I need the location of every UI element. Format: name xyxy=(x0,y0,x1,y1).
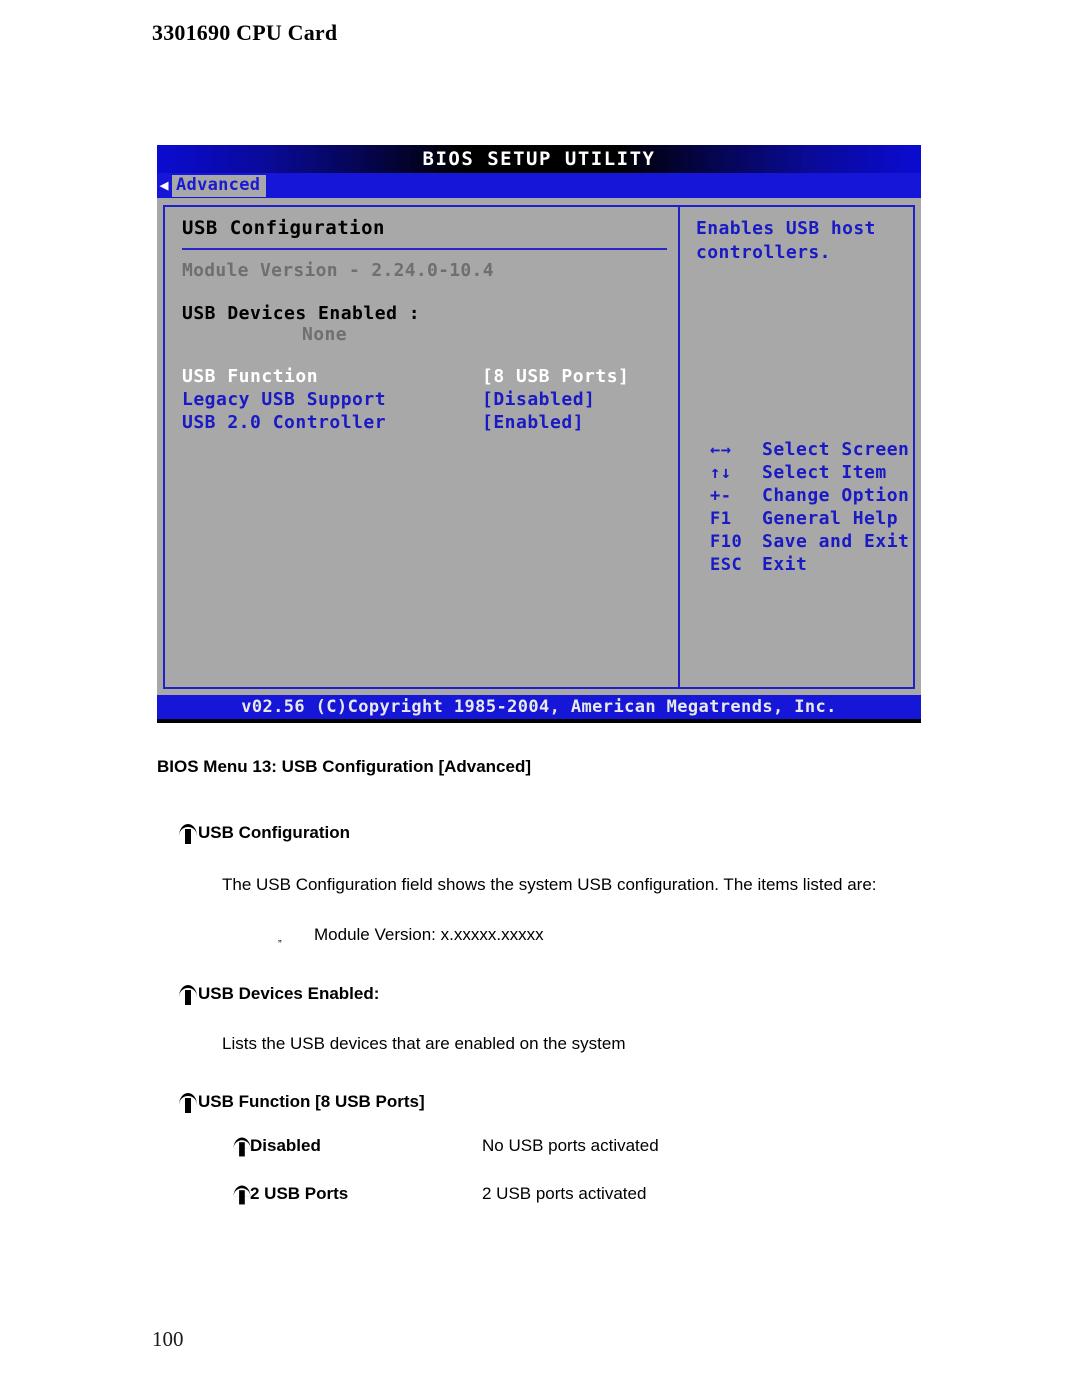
option-label: Legacy USB Support xyxy=(182,389,387,410)
option-value[interactable]: [Disabled] xyxy=(482,389,595,410)
bios-option-list: USB Function [8 USB Ports] Legacy USB Su… xyxy=(182,365,678,434)
option-definition: 2 USB ports activated xyxy=(482,1184,647,1203)
bios-copyright: v02.56 (C)Copyright 1985-2004, American … xyxy=(241,697,837,717)
bios-body: USB Configuration Module Version - 2.24.… xyxy=(157,198,921,695)
f1-key-icon: F1 xyxy=(710,509,732,529)
key-legend-row-general-help: F1 General Help xyxy=(710,508,909,531)
usb-devices-enabled-value: None xyxy=(302,324,347,345)
usb-devices-enabled-label: USB Devices Enabled : xyxy=(182,303,421,324)
option-label: USB 2.0 Controller xyxy=(182,412,387,433)
module-version-text: Module Version - 2.24.0-10.4 xyxy=(182,260,494,281)
paragraph-usb-configuration: The USB Configuration field shows the sy… xyxy=(222,875,877,894)
key-legend-label: Save and Exit xyxy=(762,531,910,552)
key-legend-row-change-option: +- Change Option xyxy=(710,485,909,508)
key-legend-row-select-screen: ←→ Select Screen xyxy=(710,439,909,462)
option-value[interactable]: [8 USB Ports] xyxy=(482,366,629,387)
arrow-bullet-icon xyxy=(232,1137,251,1157)
key-legend-label: Select Item xyxy=(762,462,887,483)
key-legend-row-exit: ESC Exit xyxy=(710,554,909,577)
key-legend-label: Change Option xyxy=(762,485,910,506)
small-bullet-icon: „ xyxy=(278,932,282,944)
option-label: USB Function xyxy=(182,366,319,387)
bullet-label: USB Devices Enabled: xyxy=(198,984,380,1003)
key-legend-label: General Help xyxy=(762,508,899,529)
key-legend-row-save-and-exit: F10 Save and Exit xyxy=(710,531,909,554)
bullet-item-usb-configuration: USB Configuration xyxy=(178,823,350,845)
esc-key-icon: ESC xyxy=(710,555,743,575)
arrow-bullet-icon xyxy=(178,984,198,1006)
bios-footer-bar: v02.56 (C)Copyright 1985-2004, American … xyxy=(157,695,921,723)
bios-settings-pane: USB Configuration Module Version - 2.24.… xyxy=(165,207,680,687)
option-row-2-usb-ports: 2 USB Ports 2 USB ports activated xyxy=(232,1184,647,1205)
arrow-bullet-icon xyxy=(232,1185,251,1205)
section-title: USB Configuration xyxy=(182,217,385,239)
figure-caption: BIOS Menu 13: USB Configuration [Advance… xyxy=(157,757,532,776)
option-row-usb-2-0-controller[interactable]: USB 2.0 Controller [Enabled] xyxy=(182,411,678,434)
bios-title: BIOS SETUP UTILITY xyxy=(422,148,656,170)
bios-title-bar: BIOS SETUP UTILITY xyxy=(157,145,921,173)
option-row-disabled: Disabled No USB ports activated xyxy=(232,1136,659,1157)
bullet-item-usb-function: USB Function [8 USB Ports] xyxy=(178,1092,425,1114)
left-triangle-icon[interactable]: ◀ xyxy=(157,178,172,193)
arrow-bullet-icon xyxy=(178,1092,198,1114)
f10-key-icon: F10 xyxy=(710,532,743,552)
bullet-item-usb-devices-enabled: USB Devices Enabled: xyxy=(178,984,379,1006)
option-definition: No USB ports activated xyxy=(482,1136,659,1155)
subitem-module-version: „ Module Version: x.xxxxx.xxxxx xyxy=(278,925,544,951)
bullet-label: USB Function [8 USB Ports] xyxy=(198,1092,425,1111)
arrow-bullet-icon xyxy=(178,823,198,845)
option-term: 2 USB Ports xyxy=(250,1184,349,1203)
key-legend-label: Select Screen xyxy=(762,439,910,460)
subitem-label: Module Version: x.xxxxx.xxxxx xyxy=(314,925,544,944)
tab-advanced[interactable]: Advanced xyxy=(172,174,267,197)
option-value[interactable]: [Enabled] xyxy=(482,412,584,433)
bios-content-frame: USB Configuration Module Version - 2.24.… xyxy=(163,205,915,689)
key-legend-label: Exit xyxy=(762,554,808,575)
help-text: Enables USB host controllers. xyxy=(696,218,876,263)
key-legend: ←→ Select Screen ↑↓ Select Item +- Chang… xyxy=(710,439,909,577)
left-right-arrow-icon: ←→ xyxy=(710,440,732,460)
key-legend-row-select-item: ↑↓ Select Item xyxy=(710,462,909,485)
section-divider xyxy=(182,248,667,250)
bios-setup-screenshot: BIOS SETUP UTILITY ◀ Advanced USB Config… xyxy=(157,145,921,723)
page-number: 100 xyxy=(152,1327,184,1351)
option-term: Disabled xyxy=(250,1136,321,1155)
bios-help-pane: Enables USB host controllers. ←→ Select … xyxy=(680,207,913,687)
option-row-legacy-usb-support[interactable]: Legacy USB Support [Disabled] xyxy=(182,388,678,411)
option-row-usb-function[interactable]: USB Function [8 USB Ports] xyxy=(182,365,678,388)
page-header-title: 3301690 CPU Card xyxy=(152,20,338,45)
bios-menu-tab-bar[interactable]: ◀ Advanced xyxy=(157,173,921,198)
bullet-label: USB Configuration xyxy=(198,823,351,842)
plus-minus-icon: +- xyxy=(710,486,732,506)
up-down-arrow-icon: ↑↓ xyxy=(710,463,732,483)
paragraph-devices-enabled: Lists the USB devices that are enabled o… xyxy=(222,1034,626,1053)
